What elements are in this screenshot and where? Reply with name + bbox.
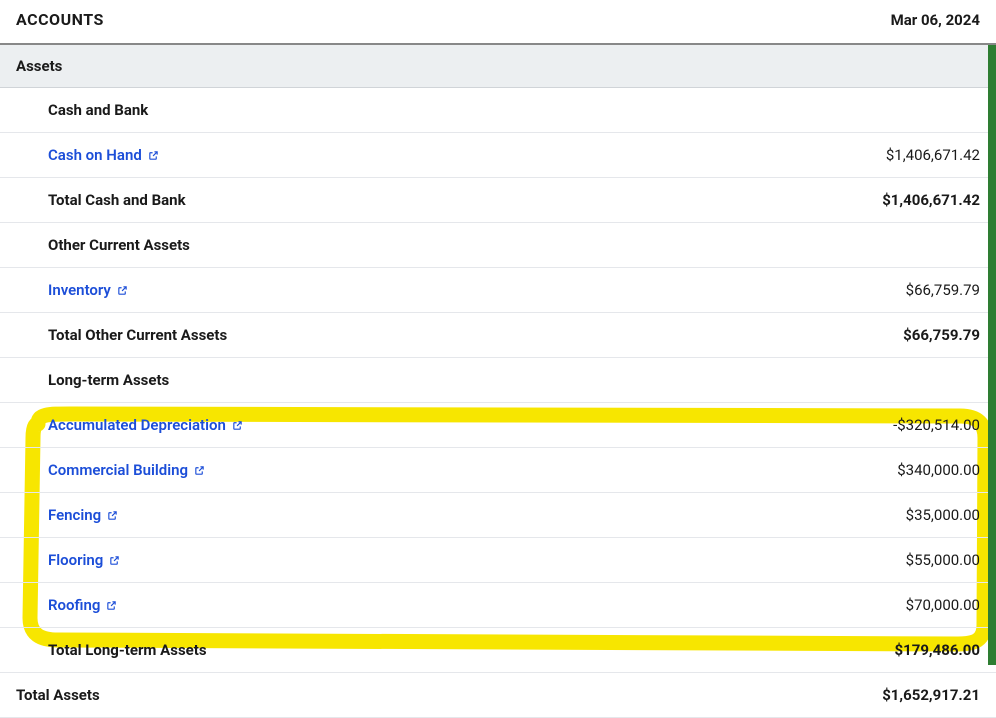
row-total-cash-and-bank: Total Cash and Bank $1,406,671.42 (0, 178, 996, 223)
category-other-current-assets: Other Current Assets (0, 223, 996, 268)
row-cash-on-hand: Cash on Hand $1,406,671.42 (0, 133, 996, 178)
external-link-icon (107, 510, 118, 521)
row-total-assets: Total Assets $1,652,917.21 (0, 673, 996, 718)
value-accumulated-depreciation: -$320,514.00 (893, 416, 980, 434)
link-commercial-building[interactable]: Commercial Building (48, 461, 205, 479)
link-label: Roofing (48, 596, 100, 614)
link-inventory[interactable]: Inventory (48, 281, 128, 299)
category-cash-and-bank: Cash and Bank (0, 88, 996, 133)
link-cash-on-hand[interactable]: Cash on Hand (48, 146, 159, 164)
row-flooring: Flooring $55,000.00 (0, 538, 996, 583)
total-value: $1,406,671.42 (882, 191, 980, 209)
value-cash-on-hand: $1,406,671.42 (886, 146, 980, 164)
accounts-header: ACCOUNTS (16, 10, 104, 29)
assets-section-header: Assets (0, 45, 996, 88)
link-label: Inventory (48, 281, 111, 299)
category-label: Other Current Assets (48, 236, 190, 254)
row-fencing: Fencing $35,000.00 (0, 493, 996, 538)
total-label: Total Long-term Assets (48, 641, 207, 659)
row-commercial-building: Commercial Building $340,000.00 (0, 448, 996, 493)
category-label: Cash and Bank (48, 101, 148, 119)
total-label: Total Cash and Bank (48, 191, 186, 209)
category-label: Long-term Assets (48, 371, 169, 389)
value-commercial-building: $340,000.00 (897, 461, 980, 479)
link-label: Accumulated Depreciation (48, 416, 226, 434)
external-link-icon (232, 420, 243, 431)
grand-total-label: Total Assets (16, 686, 100, 704)
grand-total-value: $1,652,917.21 (882, 686, 980, 704)
value-roofing: $70,000.00 (906, 596, 980, 614)
link-label: Fencing (48, 506, 101, 524)
link-label: Commercial Building (48, 461, 188, 479)
table-header-row: ACCOUNTS Mar 06, 2024 (0, 0, 996, 45)
external-link-icon (148, 150, 159, 161)
report-date: Mar 06, 2024 (891, 11, 980, 29)
link-label: Flooring (48, 551, 103, 569)
total-label: Total Other Current Assets (48, 326, 227, 344)
value-fencing: $35,000.00 (906, 506, 980, 524)
row-total-long-term-assets: Total Long-term Assets $179,486.00 (0, 628, 996, 673)
right-edge-bar (988, 45, 996, 665)
row-total-other-current-assets: Total Other Current Assets $66,759.79 (0, 313, 996, 358)
external-link-icon (106, 600, 117, 611)
external-link-icon (117, 285, 128, 296)
external-link-icon (109, 555, 120, 566)
value-inventory: $66,759.79 (906, 281, 980, 299)
value-flooring: $55,000.00 (906, 551, 980, 569)
link-roofing[interactable]: Roofing (48, 596, 117, 614)
link-label: Cash on Hand (48, 146, 142, 164)
total-value: $179,486.00 (895, 641, 981, 659)
row-accumulated-depreciation: Accumulated Depreciation -$320,514.00 (0, 403, 996, 448)
link-accumulated-depreciation[interactable]: Accumulated Depreciation (48, 416, 243, 434)
external-link-icon (194, 465, 205, 476)
link-flooring[interactable]: Flooring (48, 551, 120, 569)
category-long-term-assets: Long-term Assets (0, 358, 996, 403)
row-inventory: Inventory $66,759.79 (0, 268, 996, 313)
link-fencing[interactable]: Fencing (48, 506, 118, 524)
total-value: $66,759.79 (903, 326, 980, 344)
row-roofing: Roofing $70,000.00 (0, 583, 996, 628)
balance-sheet-container: ACCOUNTS Mar 06, 2024 Assets Cash and Ba… (0, 0, 996, 718)
